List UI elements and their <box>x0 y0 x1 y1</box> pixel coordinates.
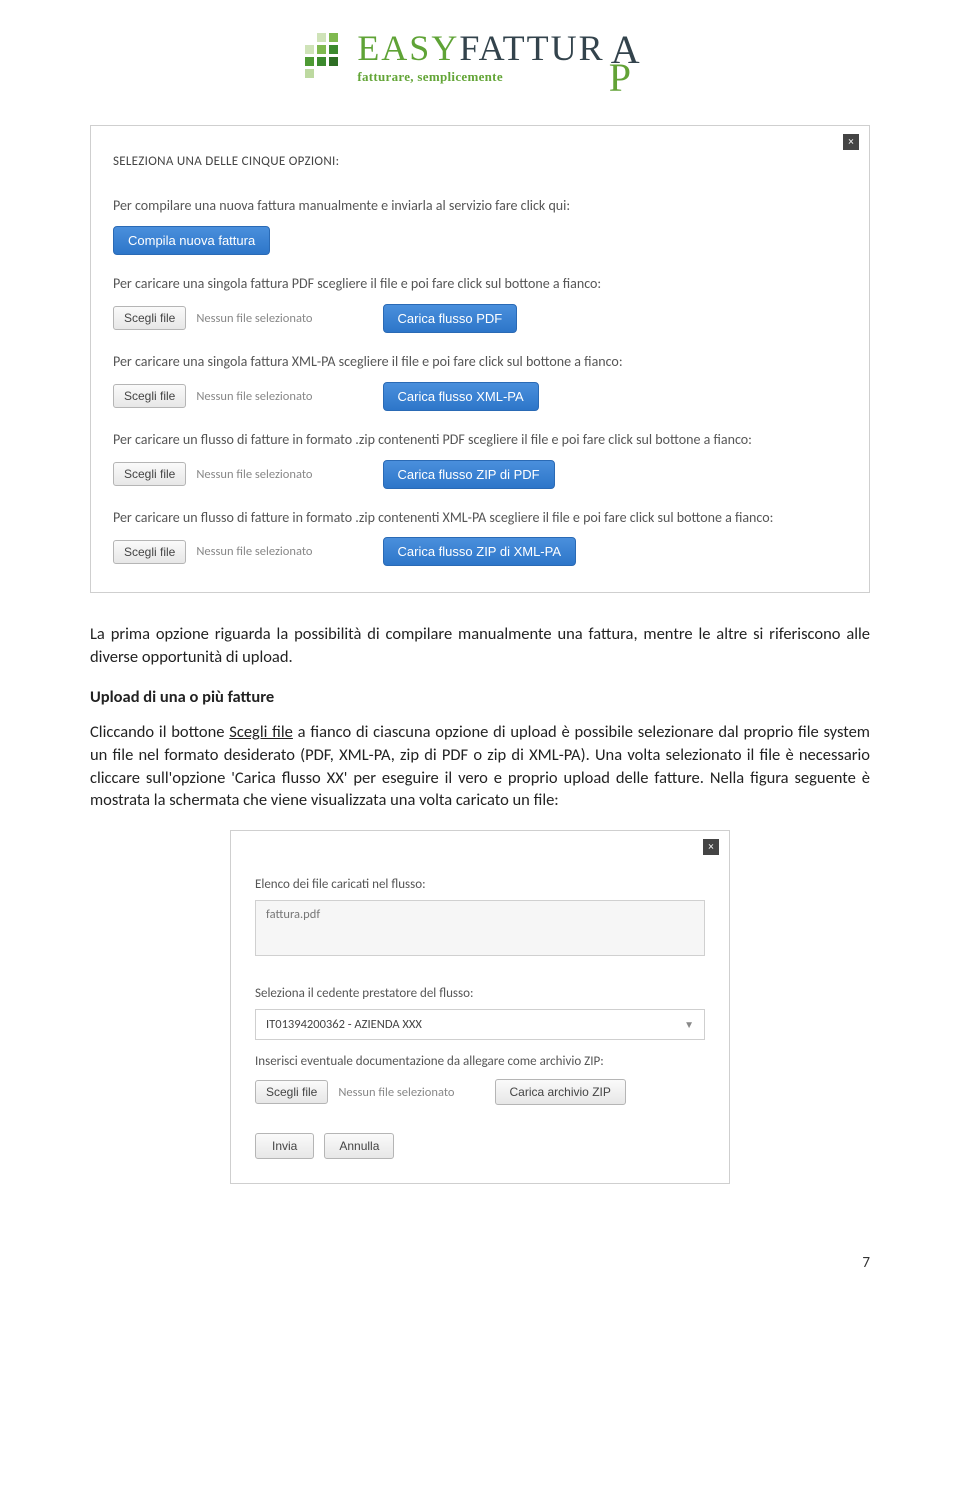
upload-zip-pdf-button[interactable]: Carica flusso ZIP di PDF <box>383 460 555 489</box>
select-value: IT01394200362 - AZIENDA XXX <box>266 1017 422 1032</box>
option2-desc: Per caricare una singola fattura PDF sce… <box>113 275 847 294</box>
upload-result-modal: × Elenco dei file caricati nel flusso: f… <box>230 830 730 1184</box>
brand-logo: EASYFATTUR fatturare, semplicemente A P <box>90 0 870 125</box>
file-status-text: Nessun file selezionato <box>338 1085 454 1100</box>
doc-paragraph-1: La prima opzione riguarda la possibilità… <box>90 623 870 669</box>
file-list: fattura.pdf <box>255 900 705 956</box>
logo-squares-icon <box>305 33 349 77</box>
close-icon[interactable]: × <box>703 839 719 855</box>
file-list-label: Elenco dei file caricati nel flusso: <box>255 877 705 892</box>
cedente-select[interactable]: IT01394200362 - AZIENDA XXX ▼ <box>255 1009 705 1040</box>
page-number: 7 <box>0 1224 960 1282</box>
option1-desc: Per compilare una nuova fattura manualme… <box>113 197 847 216</box>
zip-label: Inserisci eventuale documentazione da al… <box>255 1054 705 1069</box>
doc-subheading: Upload di una o più fatture <box>90 687 870 707</box>
upload-zip-button[interactable]: Carica archivio ZIP <box>495 1079 626 1105</box>
logo-pa-icon: A P <box>609 30 655 90</box>
option3-desc: Per caricare una singola fattura XML-PA … <box>113 353 847 372</box>
chevron-down-icon: ▼ <box>684 1018 694 1031</box>
option5-desc: Per caricare un flusso di fatture in for… <box>113 509 847 528</box>
select-label: Seleziona il cedente prestatore del flus… <box>255 986 705 1001</box>
brand-title: EASYFATTUR <box>357 30 604 66</box>
brand-tagline: fatturare, semplicemente <box>357 69 604 85</box>
cancel-button[interactable]: Annulla <box>324 1133 394 1159</box>
upload-pdf-button[interactable]: Carica flusso PDF <box>383 304 518 333</box>
file-item: fattura.pdf <box>266 907 320 922</box>
file-status-text: Nessun file selezionato <box>196 389 312 404</box>
option4-desc: Per caricare un flusso di fatture in for… <box>113 431 847 450</box>
upload-xmlpa-button[interactable]: Carica flusso XML-PA <box>383 382 539 411</box>
choose-file-button[interactable]: Scegli file <box>255 1080 328 1104</box>
file-status-text: Nessun file selezionato <box>196 544 312 559</box>
modal-heading: SELEZIONA UNA DELLE CINQUE OPZIONI: <box>113 154 847 169</box>
file-status-text: Nessun file selezionato <box>196 467 312 482</box>
choose-file-button[interactable]: Scegli file <box>113 384 186 408</box>
choose-file-button[interactable]: Scegli file <box>113 462 186 486</box>
choose-file-button[interactable]: Scegli file <box>113 540 186 564</box>
doc-paragraph-2: Cliccando il bottone Scegli file a fianc… <box>90 721 870 812</box>
upload-zip-xmlpa-button[interactable]: Carica flusso ZIP di XML-PA <box>383 537 577 566</box>
close-icon[interactable]: × <box>843 134 859 150</box>
choose-file-button[interactable]: Scegli file <box>113 306 186 330</box>
file-status-text: Nessun file selezionato <box>196 311 312 326</box>
options-modal: × SELEZIONA UNA DELLE CINQUE OPZIONI: Pe… <box>90 125 870 593</box>
submit-button[interactable]: Invia <box>255 1133 314 1159</box>
compile-invoice-button[interactable]: Compila nuova fattura <box>113 226 270 255</box>
